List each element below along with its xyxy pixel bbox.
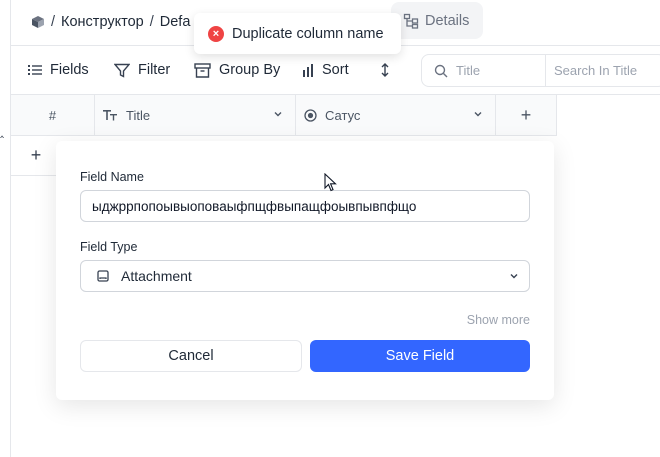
- add-field-modal: Field Name ыджррпопоывыоповаыфпщфвыпащфо…: [56, 141, 554, 400]
- sort-label: Sort: [322, 62, 349, 78]
- error-toast: × Duplicate column name: [194, 13, 401, 54]
- database-icon: [31, 15, 45, 29]
- save-field-button[interactable]: Save Field: [310, 340, 530, 372]
- add-column-button[interactable]: +: [496, 95, 557, 136]
- attachment-icon: [97, 270, 109, 282]
- filter-icon: [114, 63, 130, 78]
- error-icon: ×: [208, 25, 224, 42]
- fields-label: Fields: [50, 62, 89, 78]
- list-icon: [28, 65, 42, 75]
- text-type-icon: [103, 110, 118, 121]
- field-name-label: Field Name: [80, 170, 144, 184]
- sort-bars-icon: [303, 63, 313, 77]
- collapse-caret-icon[interactable]: ‸: [0, 124, 4, 138]
- mouse-cursor-icon: [324, 173, 337, 192]
- search-icon: [434, 64, 448, 77]
- chevron-down-icon[interactable]: [473, 109, 483, 119]
- field-type-value: Attachment: [121, 268, 192, 284]
- sort-button[interactable]: Sort: [302, 60, 349, 80]
- chevron-down-icon[interactable]: [273, 109, 283, 119]
- chevron-down-icon: [510, 274, 518, 279]
- search-field-label: Title: [456, 63, 481, 78]
- column-header-title[interactable]: Title: [95, 95, 296, 136]
- archive-icon: [194, 62, 211, 78]
- column-title-label: Title: [126, 108, 151, 123]
- search-box: Title Search In Title: [421, 54, 660, 87]
- breadcrumb-table[interactable]: Defa: [160, 14, 191, 30]
- breadcrumb-separator: /: [149, 14, 154, 30]
- fields-button[interactable]: Fields: [28, 60, 89, 80]
- column-status-label: Сатус: [325, 108, 361, 123]
- tab-details[interactable]: Details: [391, 2, 483, 39]
- left-rail: ‸: [0, 0, 11, 457]
- field-type-label: Field Type: [80, 240, 138, 254]
- tab-details-label: Details: [425, 12, 470, 29]
- column-header-status[interactable]: Сатус: [296, 95, 496, 136]
- field-name-input[interactable]: ыджррпопоывыоповаыфпщфвыпащфоывпывпфщо: [80, 190, 530, 222]
- group-by-label: Group By: [219, 62, 281, 78]
- single-select-icon: [304, 109, 317, 122]
- vertical-arrows-icon: [381, 63, 389, 77]
- breadcrumb-project[interactable]: Конструктор: [61, 14, 144, 30]
- group-by-button[interactable]: Group By: [194, 60, 280, 80]
- search-input[interactable]: Search In Title: [546, 63, 660, 78]
- filter-button[interactable]: Filter: [114, 60, 170, 80]
- field-type-select[interactable]: Attachment: [80, 260, 530, 292]
- toast-message: Duplicate column name: [232, 25, 384, 42]
- search-field-selector[interactable]: Title: [422, 55, 546, 86]
- grid-header: # Title Сатус +: [11, 95, 557, 136]
- breadcrumb-separator: /: [51, 14, 56, 30]
- relations-icon: [403, 13, 419, 29]
- filter-label: Filter: [138, 62, 171, 78]
- row-height-button[interactable]: [380, 60, 398, 80]
- cancel-button[interactable]: Cancel: [80, 340, 302, 372]
- show-more-link[interactable]: Show more: [467, 313, 530, 327]
- row-number-header: #: [11, 95, 95, 136]
- add-row-button[interactable]: +: [11, 136, 61, 176]
- breadcrumb: / Конструктор / Defa: [31, 12, 190, 32]
